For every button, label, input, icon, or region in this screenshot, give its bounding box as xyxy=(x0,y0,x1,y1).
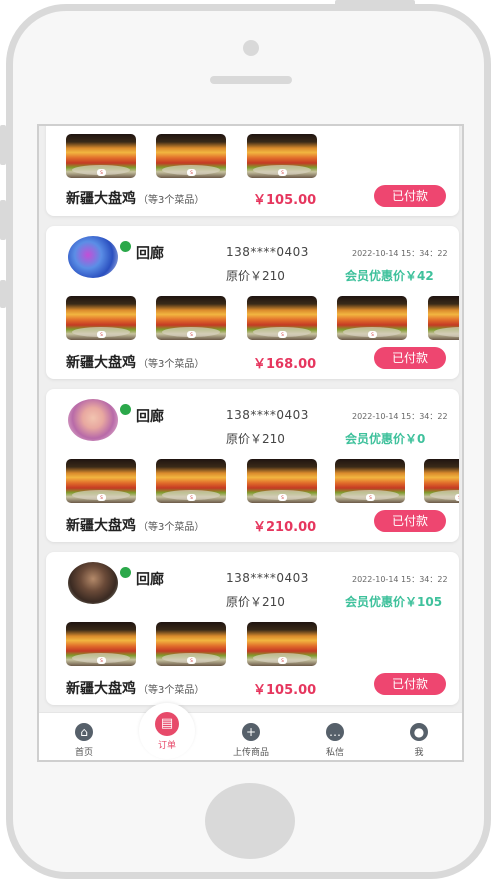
online-status-dot xyxy=(120,404,131,415)
tab-label: 首页 xyxy=(74,748,93,758)
tab-home[interactable]: ⌂ 首页 xyxy=(54,723,114,758)
customer-name: 回廊 xyxy=(136,246,164,262)
phone-side-button xyxy=(0,280,6,308)
dish-name: 新疆大盘鸡 （等3个菜品） xyxy=(66,355,205,371)
dish-count: （等3个菜品） xyxy=(138,522,205,533)
tab-label: 订单 xyxy=(157,741,176,751)
order-card[interactable]: 回廊 138****0403 2022-10-14 15：34：22 原价￥21… xyxy=(46,226,459,379)
phone-side-button xyxy=(0,200,6,240)
avatar[interactable] xyxy=(68,562,118,604)
dish-thumbnail[interactable]: S xyxy=(247,622,317,666)
dish-name: 新疆大盘鸡 （等3个菜品） xyxy=(66,681,205,697)
dish-thumbnail[interactable]: S xyxy=(424,459,459,503)
phone-side-button xyxy=(0,125,6,165)
paid-status-button[interactable]: 已付款 xyxy=(374,347,446,369)
order-price: ￥168.00 xyxy=(253,357,317,372)
order-price: ￥210.00 xyxy=(253,520,317,535)
tab-orders[interactable]: ▤ 订单 xyxy=(139,703,195,759)
customer-name: 回廊 xyxy=(136,572,164,588)
dish-name: 新疆大盘鸡 （等3个菜品） xyxy=(66,191,205,207)
order-card[interactable]: 回廊 138****0403 2022-10-14 15：34：22 原价￥21… xyxy=(46,552,459,705)
order-time: 2022-10-14 15：34：22 xyxy=(352,575,448,584)
avatar[interactable] xyxy=(68,236,118,278)
phone-home-button[interactable] xyxy=(205,783,295,859)
avatar[interactable] xyxy=(68,399,118,441)
dish-thumbnail[interactable]: S xyxy=(66,622,136,666)
tab-label: 我 xyxy=(414,748,424,758)
order-time: 2022-10-14 15：34：22 xyxy=(352,249,448,258)
dish-thumbnails[interactable]: S S S xyxy=(66,622,459,666)
dish-thumbnail[interactable]: S xyxy=(156,459,226,503)
dish-thumbnail[interactable]: S xyxy=(247,459,317,503)
original-price: 原价￥210 xyxy=(226,432,285,446)
tab-messages[interactable]: … 私信 xyxy=(305,723,365,758)
customer-phone: 138****0403 xyxy=(226,245,309,259)
customer-name: 回廊 xyxy=(136,409,164,425)
dish-thumbnail[interactable]: S xyxy=(66,134,136,178)
dish-thumbnail[interactable]: S xyxy=(156,622,226,666)
paid-status-button[interactable]: 已付款 xyxy=(374,185,446,207)
customer-phone: 138****0403 xyxy=(226,408,309,422)
tab-upload[interactable]: + 上传商品 xyxy=(221,723,281,758)
customer-phone: 138****0403 xyxy=(226,571,309,585)
tab-label: 私信 xyxy=(325,748,344,758)
paid-status-button[interactable]: 已付款 xyxy=(374,673,446,695)
bottom-tab-bar: ⌂ 首页 ▤ 订单 + 上传商品 … 私信 ● 我 xyxy=(39,703,462,760)
dish-thumbnail[interactable]: S xyxy=(247,134,317,178)
tab-me[interactable]: ● 我 xyxy=(389,723,449,758)
dish-thumbnail[interactable]: S xyxy=(66,459,136,503)
original-price: 原价￥210 xyxy=(226,269,285,283)
order-icon: ▤ xyxy=(155,712,179,736)
tab-label: 上传商品 xyxy=(232,748,269,758)
phone-speaker xyxy=(210,76,292,84)
dish-thumbnail[interactable]: S xyxy=(337,296,407,340)
order-card[interactable]: 回廊 138****0403 2022-10-14 15：34：22 原价￥21… xyxy=(46,389,459,542)
dish-count: （等3个菜品） xyxy=(138,195,205,206)
online-status-dot xyxy=(120,567,131,578)
original-price: 原价￥210 xyxy=(226,595,285,609)
order-price: ￥105.00 xyxy=(253,193,317,208)
online-status-dot xyxy=(120,241,131,252)
order-card[interactable]: S S S 新疆大盘鸡 （等3个菜品） ￥105.00 已付款 xyxy=(46,126,459,216)
dish-thumbnail[interactable]: S xyxy=(428,296,459,340)
dish-count: （等3个菜品） xyxy=(138,359,205,370)
dish-thumbnail[interactable]: S xyxy=(156,134,226,178)
member-price: 会员优惠价￥0 xyxy=(345,432,426,446)
dish-count: （等3个菜品） xyxy=(138,685,205,696)
dish-thumbnails[interactable]: S S S S S xyxy=(66,459,459,503)
dish-thumbnail[interactable]: S xyxy=(156,296,226,340)
chat-icon: … xyxy=(326,723,344,741)
dish-thumbnails: S S S xyxy=(66,134,459,178)
dish-thumbnail[interactable]: S xyxy=(66,296,136,340)
app-screen: S S S 新疆大盘鸡 （等3个菜品） ￥105.00 已付款 回廊 138***… xyxy=(37,124,464,762)
dish-thumbnails[interactable]: S S S S S xyxy=(66,296,459,340)
phone-camera xyxy=(243,40,259,56)
paid-status-button[interactable]: 已付款 xyxy=(374,510,446,532)
member-price: 会员优惠价￥42 xyxy=(345,269,434,283)
dish-thumbnail[interactable]: S xyxy=(247,296,317,340)
member-price: 会员优惠价￥105 xyxy=(345,595,443,609)
dish-thumbnail[interactable]: S xyxy=(335,459,405,503)
home-icon: ⌂ xyxy=(75,723,93,741)
plus-icon: + xyxy=(242,723,260,741)
dish-name: 新疆大盘鸡 （等3个菜品） xyxy=(66,518,205,534)
order-time: 2022-10-14 15：34：22 xyxy=(352,412,448,421)
order-price: ￥105.00 xyxy=(253,683,317,698)
phone-top-button xyxy=(335,0,415,6)
user-icon: ● xyxy=(410,723,428,741)
